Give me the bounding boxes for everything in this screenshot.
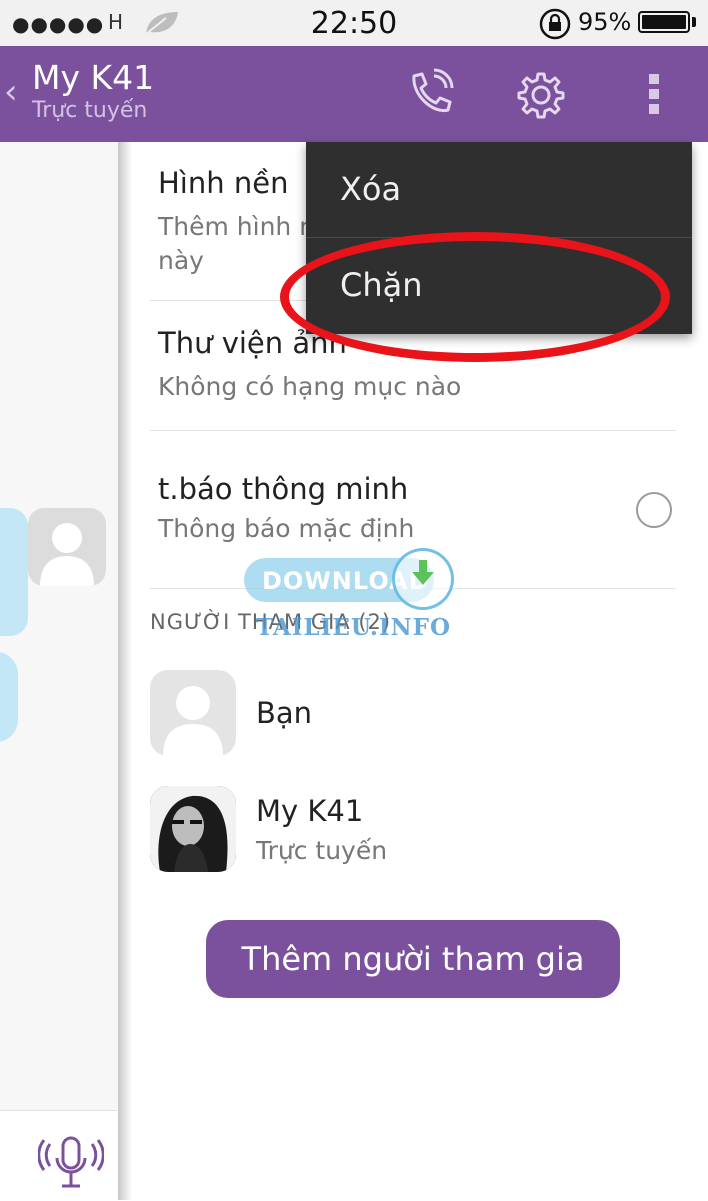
phone-call-icon[interactable]: [404, 68, 458, 120]
rotation-lock-icon: [539, 8, 571, 40]
participant-name[interactable]: Bạn: [256, 696, 312, 730]
default-avatar-icon: [40, 523, 94, 586]
chat-subtitle: Trực tuyến: [32, 98, 148, 123]
default-avatar-icon: [163, 686, 223, 756]
battery-percent: 95%: [578, 8, 632, 36]
more-vertical-icon[interactable]: [644, 70, 664, 118]
participant-avatar[interactable]: [150, 670, 236, 756]
divider: [150, 430, 676, 431]
annotation-circle: [280, 232, 670, 362]
chat-title[interactable]: My K41: [32, 58, 154, 97]
download-arrow-icon: [412, 560, 434, 585]
participant-status: Trực tuyến: [256, 836, 388, 865]
watermark: DOWNLOAD TAILIEU.INFO: [244, 548, 456, 644]
battery-tip: [692, 17, 696, 27]
microphone-icon[interactable]: [38, 1134, 104, 1192]
profile-photo: [150, 786, 236, 872]
message-bubble[interactable]: [0, 508, 28, 636]
smart-notify-radio[interactable]: [636, 492, 672, 528]
add-participant-button[interactable]: Thêm người tham gia: [206, 920, 620, 998]
menu-item-delete[interactable]: Xóa: [306, 142, 692, 238]
participant-avatar[interactable]: [150, 786, 236, 872]
smart-notify-title[interactable]: t.báo thông minh: [158, 472, 408, 506]
gear-icon[interactable]: [516, 70, 566, 120]
smart-notify-subtitle: Thông báo mặc định: [158, 514, 415, 543]
watermark-site: TAILIEU.INFO: [256, 614, 452, 641]
background-setting-subtitle-cont: này: [158, 246, 204, 275]
panel-shadow: [118, 142, 132, 1200]
background-setting-title[interactable]: Hình nền: [158, 166, 288, 200]
battery-icon: [638, 11, 690, 33]
back-chevron-icon[interactable]: ‹: [4, 72, 18, 112]
menu-item-label: Xóa: [340, 170, 402, 208]
background-setting-subtitle: Thêm hình n: [158, 212, 316, 241]
avatar: [28, 508, 106, 586]
message-bubble[interactable]: [0, 652, 18, 742]
participant-name[interactable]: My K41: [256, 794, 363, 828]
chat-header: ‹ My K41 Trực tuyến: [0, 46, 708, 142]
status-bar: ●●●●● H 22:50 95%: [0, 0, 708, 46]
gallery-setting-subtitle: Không có hạng mục nào: [158, 372, 462, 401]
